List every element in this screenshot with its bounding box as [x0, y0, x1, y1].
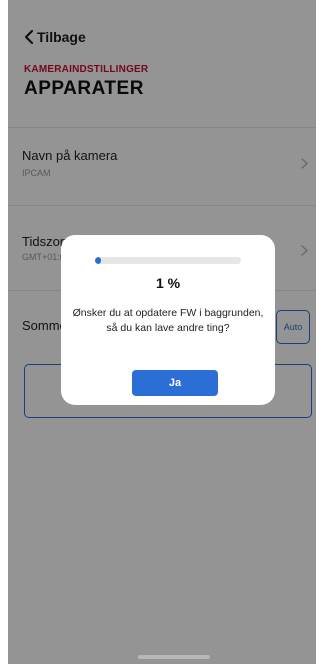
progress-fill	[95, 257, 101, 264]
firmware-update-dialog: 1 % Ønsker du at opdatere FW i baggrunde…	[61, 235, 275, 405]
yes-button[interactable]: Ja	[132, 370, 218, 396]
progress-bar	[95, 257, 241, 264]
home-indicator	[138, 655, 210, 659]
progress-percent: 1 %	[155, 275, 181, 291]
dialog-message: Ønsker du at opdatere FW i baggrunden, s…	[72, 307, 264, 334]
device-settings-screen: Tilbage KAMERAINDSTILLINGER APPARATER Na…	[8, 0, 316, 664]
